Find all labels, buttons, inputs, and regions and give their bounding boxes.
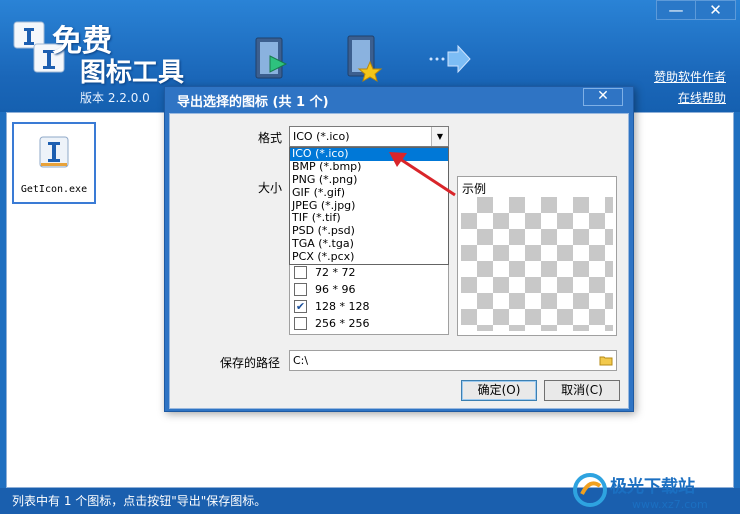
ok-button[interactable]: 确定(O) — [461, 380, 537, 401]
preview-label: 示例 — [462, 182, 487, 196]
help-link[interactable]: 在线帮助 — [678, 89, 726, 106]
size-option-label: 128 * 128 — [315, 299, 370, 313]
path-label: 保存的路径 — [220, 356, 281, 370]
preview-canvas — [461, 197, 613, 331]
close-button[interactable]: ✕ — [696, 0, 736, 20]
cancel-button[interactable]: 取消(C) — [544, 380, 620, 401]
size-label: 大小 — [258, 181, 283, 195]
size-option[interactable]: 72 * 72 — [294, 264, 356, 280]
format-select[interactable]: ICO (*.ico) ▼ — [289, 126, 449, 147]
favorite-icon[interactable] — [344, 34, 384, 84]
checkbox-256[interactable] — [294, 316, 307, 330]
watermark-url: www.xz7.com — [632, 498, 708, 511]
checkbox-72[interactable] — [294, 265, 307, 279]
size-option-label: 96 * 96 — [315, 282, 356, 296]
app-window: 免费 图标工具 版本 2.2.0.0 — ✕ 赞助软件作者 在线帮助 GetIc… — [0, 0, 740, 514]
dialog-title: 导出选择的图标 (共 1 个) — [177, 95, 329, 110]
export-icon[interactable] — [428, 44, 472, 74]
open-icon[interactable] — [252, 34, 292, 84]
checkbox-96[interactable] — [294, 282, 307, 296]
preview-panel: 示例 — [457, 176, 617, 336]
size-option[interactable]: 256 * 256 — [294, 315, 369, 331]
size-option[interactable]: 96 * 96 — [294, 281, 356, 297]
size-option-label: 256 * 256 — [315, 316, 370, 330]
format-label: 格式 — [258, 131, 283, 145]
file-label: GetIcon.exe — [20, 184, 88, 195]
file-icon — [39, 136, 69, 168]
size-option-label: 72 * 72 — [315, 265, 356, 279]
minimize-button[interactable]: — — [656, 0, 696, 20]
size-option[interactable]: ✔ 128 * 128 — [294, 298, 369, 314]
watermark-logo: 极光下载站 www.xz7.com — [573, 473, 708, 511]
folder-icon[interactable] — [599, 354, 613, 367]
save-path-input[interactable]: C:\ — [289, 350, 617, 371]
chevron-down-icon[interactable]: ▼ — [431, 127, 448, 146]
watermark-text: 极光下载站 — [610, 476, 695, 497]
app-version: 版本 2.2.0.0 — [80, 91, 150, 105]
format-selected-value: ICO (*.ico) — [293, 130, 350, 143]
format-option[interactable]: PCX (*.pcx) — [290, 250, 448, 264]
window-controls: — ✕ — [656, 0, 736, 20]
sponsor-link[interactable]: 赞助软件作者 — [654, 68, 726, 85]
checkbox-128[interactable]: ✔ — [294, 299, 307, 313]
list-item[interactable]: GetIcon.exe — [12, 122, 96, 204]
save-path-value: C:\ — [293, 354, 309, 367]
export-dialog: 导出选择的图标 (共 1 个) ✕ 格式 ICO (*.ico) ▼ 大小 72… — [164, 86, 634, 412]
dialog-close-button[interactable]: ✕ — [583, 88, 623, 106]
red-arrow-annotation — [389, 152, 456, 197]
app-title-line2: 图标工具 — [80, 58, 185, 88]
